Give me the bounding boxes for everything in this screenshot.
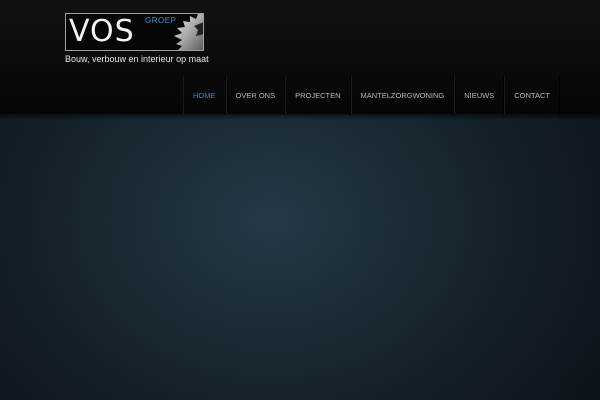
main-nav: HOME OVER ONS PROJECTEN MANTELZORGWONING… xyxy=(183,76,560,115)
nav-item-over-ons[interactable]: OVER ONS xyxy=(225,76,286,115)
site-tagline: Bouw, verbouw en interieur op maat xyxy=(65,54,209,64)
nav-item-contact[interactable]: CONTACT xyxy=(504,76,560,115)
site-header: VOS GROEP Bouw, verbouw en interieur op … xyxy=(0,0,600,115)
saw-blade-icon xyxy=(174,14,203,50)
site-logo[interactable]: VOS GROEP xyxy=(65,13,204,51)
logo-wordmark: VOS xyxy=(69,14,135,49)
nav-item-nieuws[interactable]: NIEUWS xyxy=(454,76,505,115)
nav-item-mantelzorgwoning[interactable]: MANTELZORGWONING xyxy=(350,76,455,115)
header-shadow xyxy=(0,114,600,120)
nav-item-home[interactable]: HOME xyxy=(183,76,226,115)
nav-item-projecten[interactable]: PROJECTEN xyxy=(285,76,351,115)
